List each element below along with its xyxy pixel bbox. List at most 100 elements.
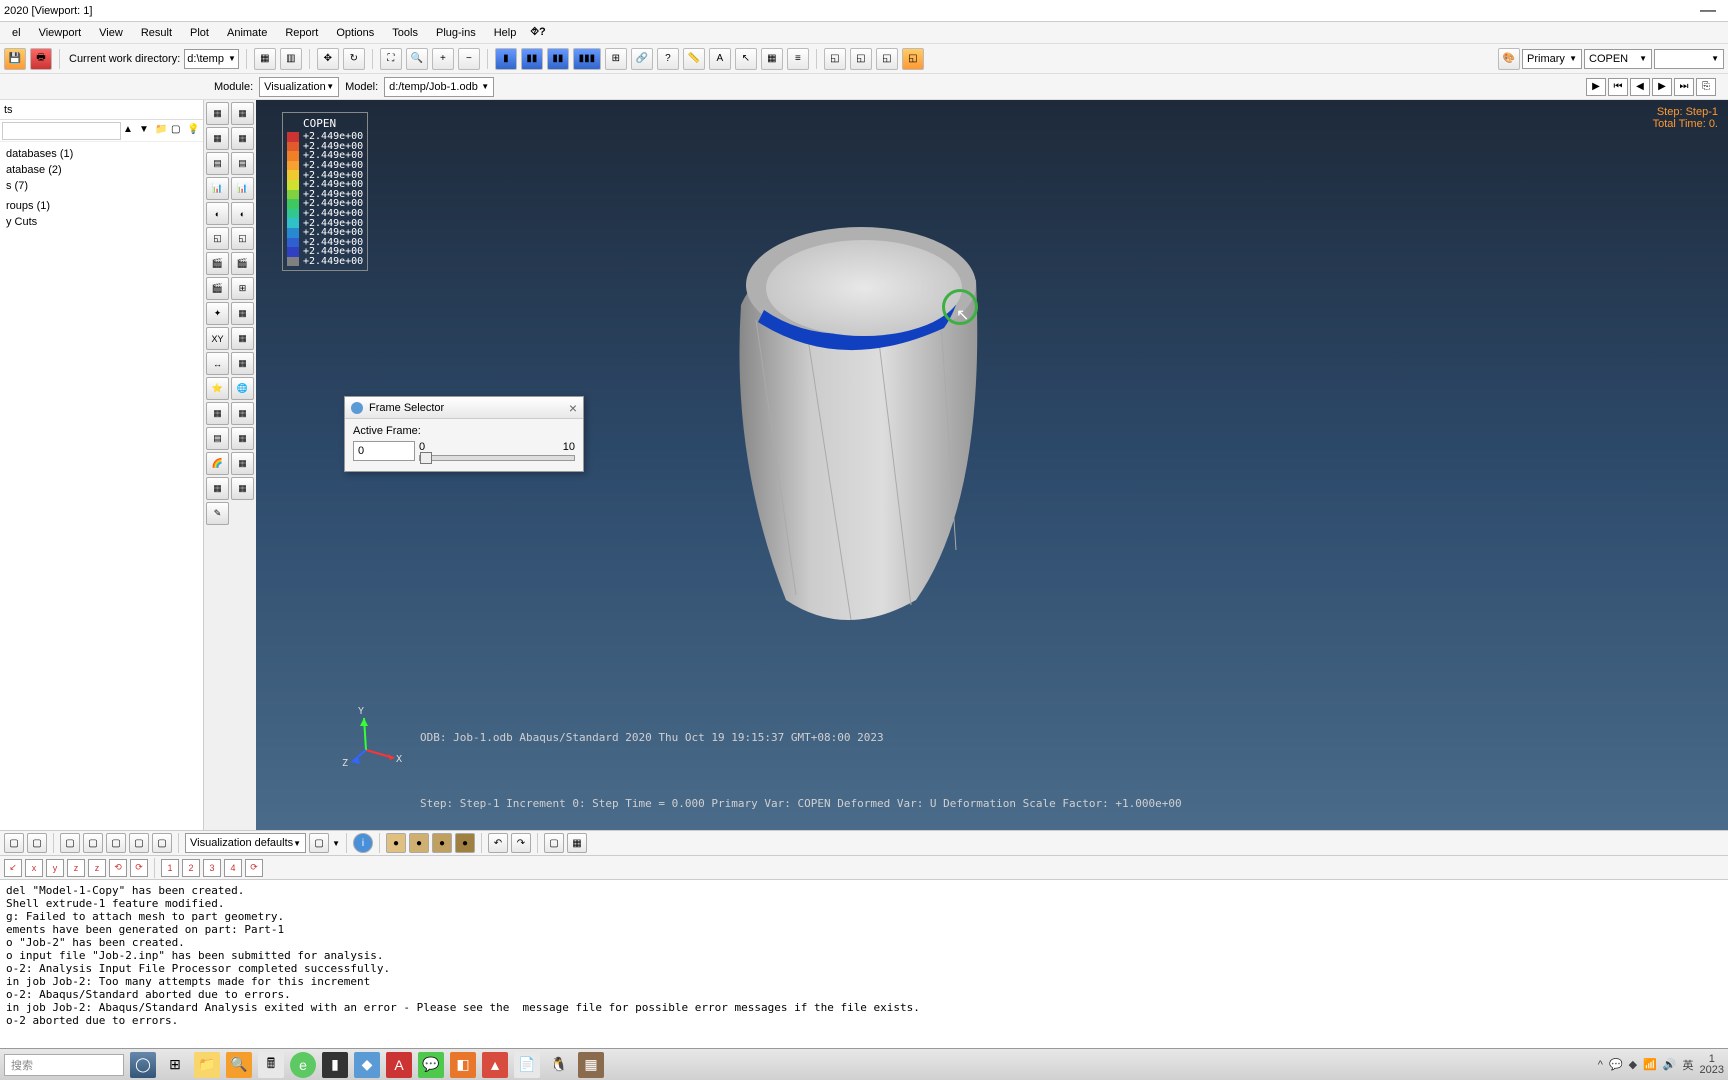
module-combo[interactable]: Visualization ▼ (259, 77, 339, 97)
tray-ime[interactable]: 英 (1683, 1057, 1694, 1073)
menu-viewport[interactable]: Viewport (31, 25, 90, 41)
taskbar-search-icon[interactable]: 🔍 (226, 1052, 252, 1078)
b-btn[interactable]: ▢ (83, 833, 103, 853)
annotate-icon[interactable]: A (709, 48, 731, 70)
b-btn[interactable]: ▢ (60, 833, 80, 853)
view-link-icon[interactable]: 🔗 (631, 48, 653, 70)
viewport[interactable]: COPEN +2.449e+00+2.449e+00+2.449e+00+2.4… (256, 100, 1728, 830)
dialog-header[interactable]: Frame Selector × (345, 397, 583, 419)
tray-app-icon[interactable]: ◆ (1629, 1058, 1637, 1071)
taskbar-pdf-icon[interactable]: A (386, 1052, 412, 1078)
minimize-button[interactable]: — (1692, 2, 1724, 20)
tool-btn[interactable]: ✎ (206, 502, 229, 525)
view-num[interactable]: 2 (182, 859, 200, 877)
frames-button[interactable]: ⎘ (1696, 78, 1716, 96)
tool-btn[interactable]: ▦ (231, 102, 254, 125)
expand-icon[interactable]: ▢ (171, 124, 185, 138)
cube1-icon[interactable]: ◱ (824, 48, 846, 70)
redo-icon[interactable]: ↷ (511, 833, 531, 853)
tool-btn[interactable]: 🎬 (231, 252, 254, 275)
tool-btn[interactable]: ▦ (206, 402, 229, 425)
tool-btn[interactable]: ⊞ (231, 277, 254, 300)
frame-selector-dialog[interactable]: Frame Selector × Active Frame: 0 10 (344, 396, 584, 472)
b-btn[interactable]: ▢ (4, 833, 24, 853)
tool-btn[interactable]: ▦ (231, 302, 254, 325)
slider-thumb[interactable] (420, 452, 432, 464)
tree-item[interactable]: s (7) (2, 178, 201, 194)
save-icon[interactable]: 💾 (4, 48, 26, 70)
tool-btn[interactable]: ▦ (231, 452, 254, 475)
taskbar-app-icon[interactable]: ▦ (578, 1052, 604, 1078)
menu-options[interactable]: Options (328, 25, 382, 41)
taskbar-calc-icon[interactable]: 🖩 (258, 1052, 284, 1078)
axis-btn[interactable]: z (88, 859, 106, 877)
tray-date[interactable]: 2023 (1700, 1065, 1724, 1076)
first-frame-button[interactable]: ⏮ (1608, 78, 1628, 96)
b-btn[interactable]: ▢ (27, 833, 47, 853)
axis-btn[interactable]: y (46, 859, 64, 877)
tool-btn[interactable]: 📊 (206, 177, 229, 200)
tool-btn[interactable]: 🌐 (231, 377, 254, 400)
taskbar-explorer-icon[interactable]: 📁 (194, 1052, 220, 1078)
taskbar-abaqus-icon[interactable]: ◆ (354, 1052, 380, 1078)
b-btn[interactable]: ▢ (309, 833, 329, 853)
taskbar-cortana-icon[interactable]: ◯ (130, 1052, 156, 1078)
pan-icon[interactable]: ✥ (317, 48, 339, 70)
tool-btn[interactable]: XY (206, 327, 229, 350)
menu-view[interactable]: View (91, 25, 131, 41)
tool-btn[interactable]: 🌈 (206, 452, 229, 475)
axis-btn[interactable]: z (67, 859, 85, 877)
cube4-icon[interactable]: ◱ (902, 48, 924, 70)
shade-icon[interactable]: ● (386, 833, 406, 853)
tool-btn[interactable]: ▤ (231, 152, 254, 175)
tray-volume-icon[interactable]: 🔊 (1663, 1058, 1677, 1071)
grid2-icon[interactable]: ▥ (280, 48, 302, 70)
view-num[interactable]: 3 (203, 859, 221, 877)
menu-help[interactable]: Help (486, 25, 525, 41)
last-frame-button[interactable]: ⏭ (1674, 78, 1694, 96)
taskbar-wechat-icon[interactable]: 💬 (418, 1052, 444, 1078)
tray-wifi-icon[interactable]: 📶 (1643, 1058, 1657, 1071)
view-3-icon[interactable]: ▮▮ (547, 48, 569, 70)
colormap-icon[interactable]: 🎨 (1498, 48, 1520, 70)
b-btn[interactable]: ▢ (129, 833, 149, 853)
zoom-box-icon[interactable]: 🔍 (406, 48, 428, 70)
list-icon[interactable]: ≡ (787, 48, 809, 70)
view-num[interactable]: 1 (161, 859, 179, 877)
tool-btn[interactable]: ▤ (206, 152, 229, 175)
tray-wechat-icon[interactable]: 💬 (1609, 1058, 1623, 1071)
undo-icon[interactable]: ↶ (488, 833, 508, 853)
menu-report[interactable]: Report (277, 25, 326, 41)
tool-btn[interactable]: ⭐ (206, 377, 229, 400)
tree-tab[interactable]: ts (0, 100, 203, 120)
axis-btn[interactable]: ↙ (4, 859, 22, 877)
b-btn[interactable]: ▦ (567, 833, 587, 853)
menu-plugins[interactable]: Plug-ins (428, 25, 484, 41)
folder-icon[interactable]: 📁 (155, 124, 169, 138)
tool-btn[interactable]: ▦ (231, 352, 254, 375)
taskbar-browser-icon[interactable]: e (290, 1052, 316, 1078)
tool-btn[interactable]: ▦ (206, 127, 229, 150)
axis-btn[interactable]: x (25, 859, 43, 877)
tool-btn[interactable]: ▦ (206, 102, 229, 125)
view-num[interactable]: 4 (224, 859, 242, 877)
next-frame-button[interactable]: ▶ (1652, 78, 1672, 96)
play-button[interactable]: ▶ (1586, 78, 1606, 96)
bulb-icon[interactable]: 💡 (187, 124, 201, 138)
vis-defaults-combo[interactable]: Visualization defaults ▼ (185, 833, 306, 853)
variable-component-combo[interactable]: ▼ (1654, 49, 1724, 69)
filter-up-icon[interactable]: ▲ (123, 124, 137, 138)
b-btn[interactable]: ▢ (544, 833, 564, 853)
taskbar-search[interactable]: 搜索 (4, 1054, 124, 1076)
tree-item[interactable]: databases (1) (2, 146, 201, 162)
taskbar-taskview-icon[interactable]: ⊞ (162, 1052, 188, 1078)
table-icon[interactable]: ▦ (761, 48, 783, 70)
shade-icon[interactable]: ● (409, 833, 429, 853)
zoom-fit-icon[interactable]: ⛶ (380, 48, 402, 70)
select-icon[interactable]: ↖ (735, 48, 757, 70)
b-btn[interactable]: ▢ (152, 833, 172, 853)
tool-btn[interactable]: ▦ (231, 127, 254, 150)
axis-btn[interactable]: ⟳ (245, 859, 263, 877)
tool-btn[interactable]: ◐ (206, 202, 229, 225)
variable-name-combo[interactable]: COPEN ▼ (1584, 49, 1652, 69)
